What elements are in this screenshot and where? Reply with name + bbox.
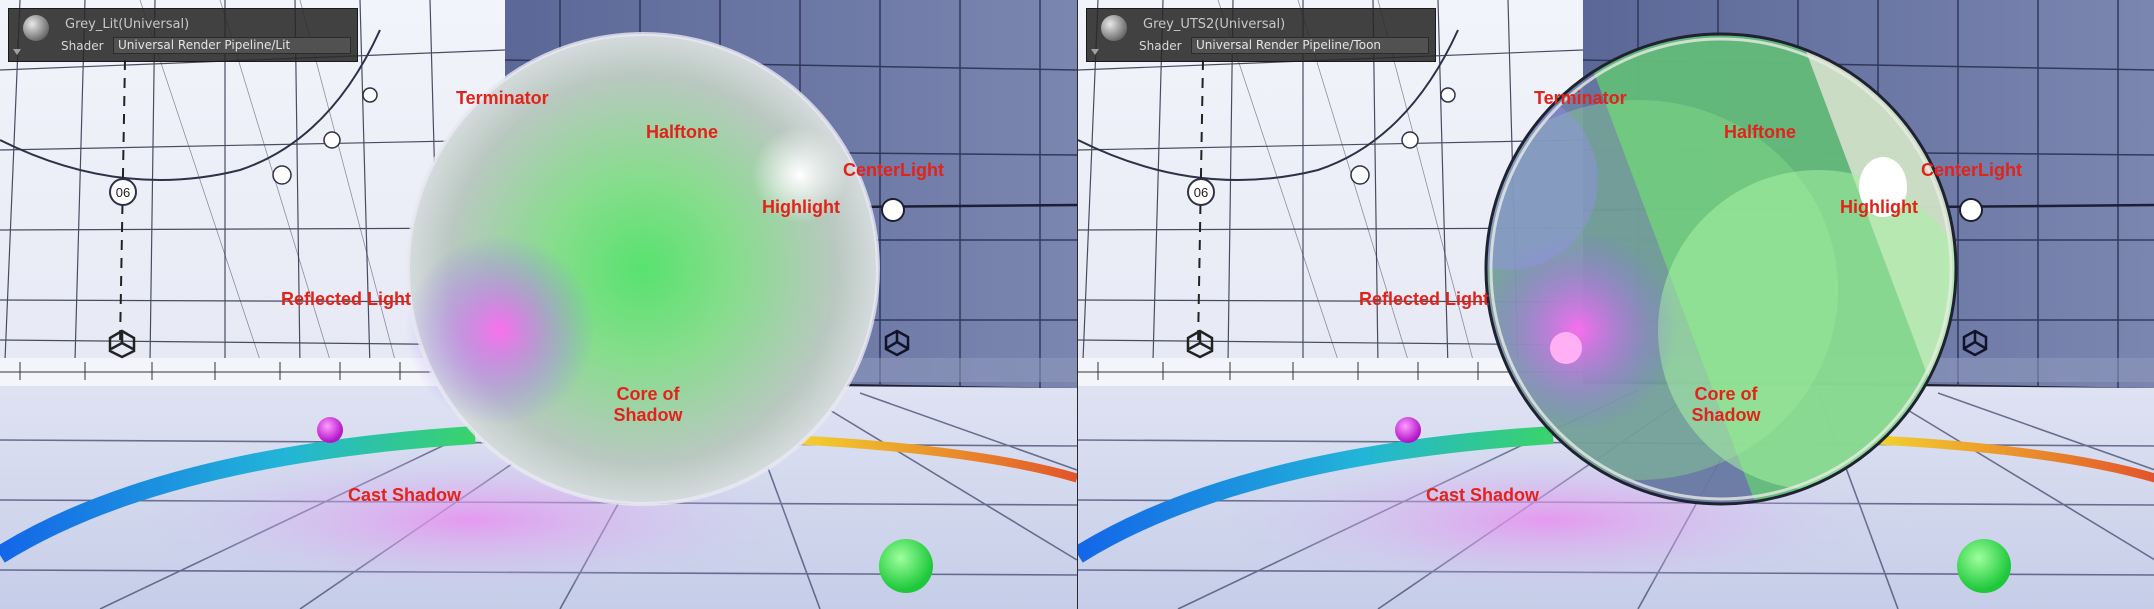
label-centerlight: CenterLight <box>843 160 944 180</box>
label-terminator: Terminator <box>1534 88 1627 108</box>
shader-label: Shader <box>61 39 104 53</box>
material-name: Grey_UTS2(Universal) <box>1143 17 1286 32</box>
label-highlight: Highlight <box>1840 197 1918 217</box>
material-header: Grey_UTS2(Universal) Shader Universal Re… <box>1086 8 1436 62</box>
label-core-of-shadow: Core of Shadow <box>613 384 683 425</box>
viewport-toon[interactable]: 06 Grey_UTS2(Universal) Shader Universal… <box>1078 0 2154 609</box>
foldout-arrow-icon[interactable] <box>1091 49 1099 55</box>
label-terminator: Terminator <box>456 88 549 108</box>
label-centerlight: CenterLight <box>1921 160 2022 180</box>
label-halftone: Halftone <box>1724 122 1796 142</box>
label-reflected-light: Reflected Light <box>281 289 412 309</box>
label-cast-shadow: Cast Shadow <box>1426 485 1540 505</box>
shader-label: Shader <box>1139 39 1182 53</box>
material-name: Grey_Lit(Universal) <box>65 17 190 32</box>
label-halftone: Halftone <box>646 122 718 142</box>
ruler-number-06: 06 <box>1194 185 1208 200</box>
label-reflected-light: Reflected Light <box>1359 289 1490 309</box>
ruler-number-06: 06 <box>116 185 130 200</box>
shader-dropdown[interactable]: Universal Render Pipeline/Toon <box>1191 37 1429 54</box>
label-core-of-shadow: Core of Shadow <box>1691 384 1761 425</box>
viewport-lit[interactable]: 06 Grey_Lit(Universal) Shader Universal … <box>0 0 1077 609</box>
shader-dropdown[interactable]: Universal Render Pipeline/Lit <box>113 37 351 54</box>
label-highlight: Highlight <box>762 197 840 217</box>
label-cast-shadow: Cast Shadow <box>348 485 462 505</box>
material-preview-icon <box>23 15 49 41</box>
material-preview-icon <box>1101 15 1127 41</box>
foldout-arrow-icon[interactable] <box>13 49 21 55</box>
material-header: Grey_Lit(Universal) Shader Universal Ren… <box>8 8 358 62</box>
